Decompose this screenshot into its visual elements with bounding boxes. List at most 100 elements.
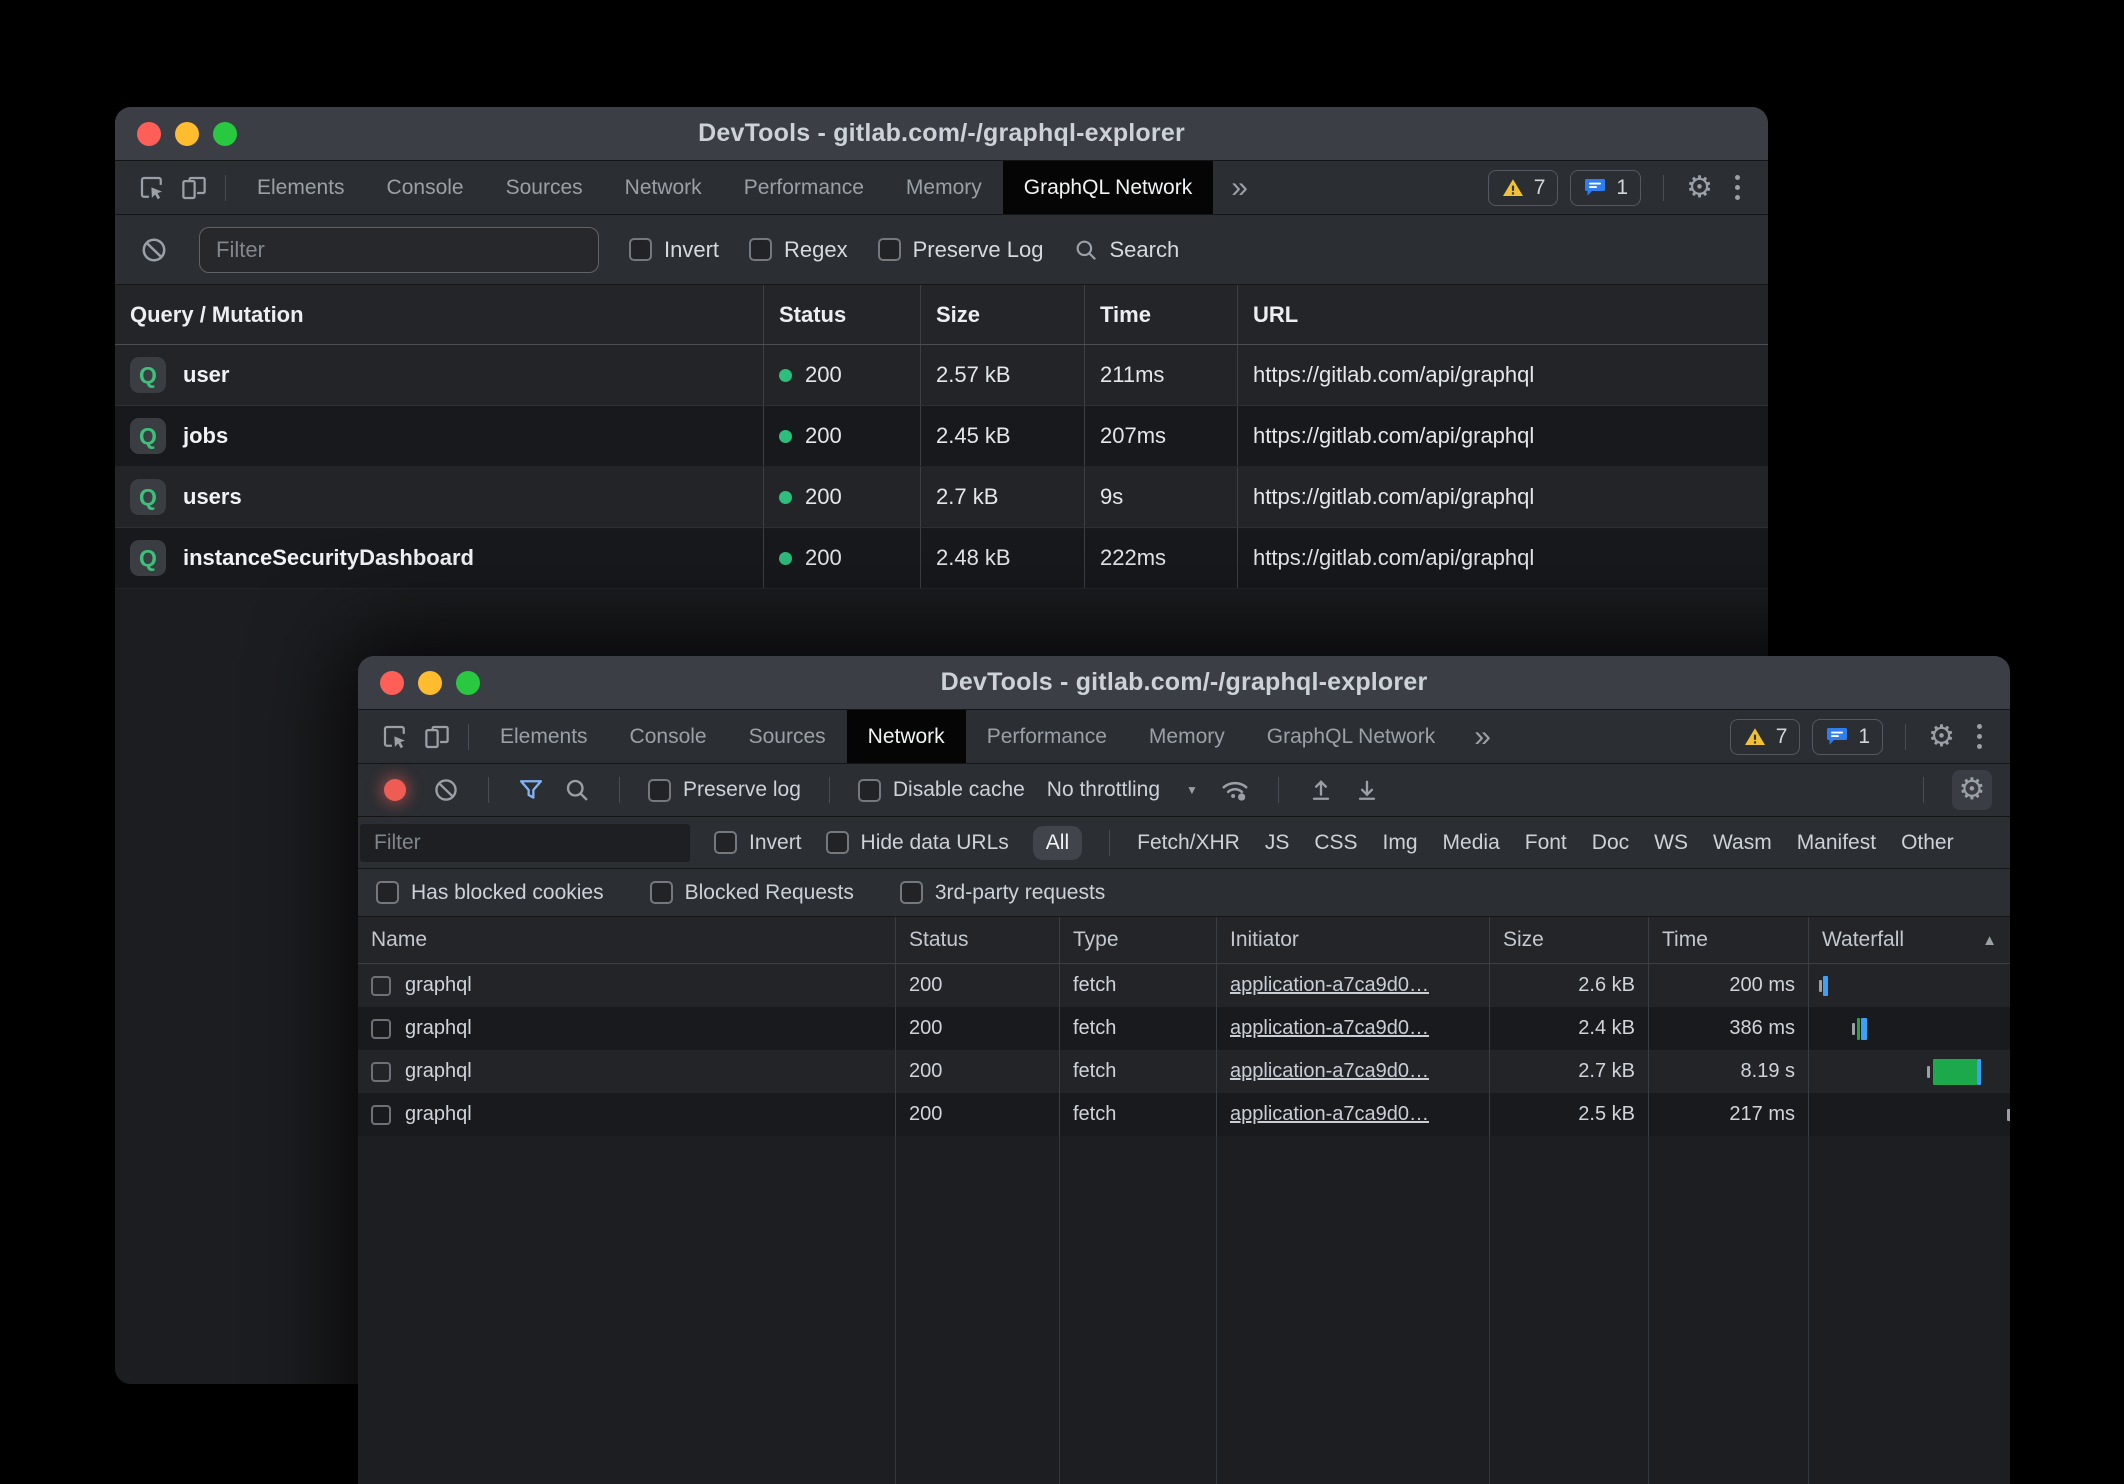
waterfall-bar[interactable] — [1808, 964, 2010, 1007]
table-row[interactable]: Quser 200 2.57 kB 211ms https://gitlab.c… — [115, 345, 1768, 406]
settings-gear-icon[interactable]: ⚙ — [1686, 173, 1713, 203]
initiator-link[interactable]: application-a7ca9d0… — [1230, 974, 1429, 997]
import-har-icon[interactable] — [1307, 776, 1335, 804]
clear-network-log-icon[interactable] — [432, 776, 460, 804]
maximize-window-button[interactable] — [456, 671, 480, 695]
waterfall-bar[interactable] — [1808, 1050, 2010, 1093]
column-header-name[interactable]: Name — [358, 917, 895, 963]
minimize-window-button[interactable] — [418, 671, 442, 695]
table-row[interactable]: QinstanceSecurityDashboard 200 2.48 kB 2… — [115, 528, 1768, 589]
tab-network[interactable]: Network — [847, 710, 966, 763]
column-header-size[interactable]: Size — [1489, 917, 1648, 963]
column-header-url[interactable]: URL — [1237, 285, 1768, 344]
more-tabs-chevron-icon[interactable]: » — [1456, 710, 1509, 763]
filter-chip-img[interactable]: Img — [1383, 831, 1418, 855]
maximize-window-button[interactable] — [213, 122, 237, 146]
tab-performance[interactable]: Performance — [723, 161, 885, 214]
column-header-query-mutation[interactable]: Query / Mutation — [115, 285, 763, 344]
network-filter-input[interactable] — [360, 824, 690, 862]
filter-chip-fetch-xhr[interactable]: Fetch/XHR — [1137, 831, 1240, 855]
invert-checkbox[interactable] — [629, 238, 652, 261]
has-blocked-cookies-checkbox[interactable] — [376, 881, 399, 904]
minimize-window-button[interactable] — [175, 122, 199, 146]
disable-cache-checkbox[interactable] — [858, 779, 881, 802]
tab-memory[interactable]: Memory — [885, 161, 1003, 214]
tab-memory[interactable]: Memory — [1128, 710, 1246, 763]
messages-badge[interactable]: 1 — [1570, 170, 1641, 206]
column-header-size[interactable]: Size — [920, 285, 1084, 344]
column-header-time[interactable]: Time — [1648, 917, 1808, 963]
filter-funnel-icon[interactable] — [517, 776, 545, 804]
tab-graphql-network[interactable]: GraphQL Network — [1003, 161, 1213, 214]
column-header-status[interactable]: Status — [763, 285, 920, 344]
search-control[interactable]: Search — [1073, 237, 1179, 263]
close-window-button[interactable] — [137, 122, 161, 146]
search-icon[interactable] — [563, 776, 591, 804]
third-party-requests-checkbox[interactable] — [900, 881, 923, 904]
filter-chip-font[interactable]: Font — [1525, 831, 1567, 855]
row-checkbox[interactable] — [371, 1105, 391, 1125]
filter-chip-ws[interactable]: WS — [1654, 831, 1688, 855]
tab-network[interactable]: Network — [604, 161, 723, 214]
initiator-link[interactable]: application-a7ca9d0… — [1230, 1103, 1429, 1126]
export-har-icon[interactable] — [1353, 776, 1381, 804]
row-checkbox[interactable] — [371, 976, 391, 996]
close-window-button[interactable] — [380, 671, 404, 695]
tab-performance[interactable]: Performance — [966, 710, 1128, 763]
waterfall-bar[interactable] — [1808, 1093, 2010, 1136]
warnings-badge[interactable]: 7 — [1730, 719, 1801, 755]
kebab-menu-icon[interactable] — [1725, 175, 1750, 200]
invert-checkbox[interactable] — [714, 831, 737, 854]
network-conditions-icon[interactable] — [1220, 775, 1250, 805]
device-toolbar-icon[interactable] — [416, 710, 458, 763]
blocked-requests-checkbox[interactable] — [650, 881, 673, 904]
kebab-menu-icon[interactable] — [1967, 724, 1992, 749]
filter-chip-manifest[interactable]: Manifest — [1797, 831, 1876, 855]
filter-chip-css[interactable]: CSS — [1314, 831, 1357, 855]
row-checkbox[interactable] — [371, 1062, 391, 1082]
inspect-element-icon[interactable] — [131, 161, 173, 214]
filter-chip-all[interactable]: All — [1033, 826, 1082, 860]
waterfall-bar[interactable] — [1808, 1007, 2010, 1050]
tab-sources[interactable]: Sources — [728, 710, 847, 763]
network-settings-gear-icon[interactable]: ⚙ — [1952, 770, 1992, 810]
tab-graphql-network[interactable]: GraphQL Network — [1246, 710, 1456, 763]
inspect-element-icon[interactable] — [374, 710, 416, 763]
table-row[interactable]: Qjobs 200 2.45 kB 207ms https://gitlab.c… — [115, 406, 1768, 467]
more-tabs-chevron-icon[interactable]: » — [1213, 161, 1266, 214]
initiator-link[interactable]: application-a7ca9d0… — [1230, 1017, 1429, 1040]
preserve-log-checkbox[interactable] — [648, 779, 671, 802]
tab-sources[interactable]: Sources — [485, 161, 604, 214]
throttling-select[interactable]: No throttling ▼ — [1043, 778, 1202, 802]
record-network-log-button[interactable] — [384, 779, 406, 801]
hide-data-urls-checkbox[interactable] — [826, 831, 849, 854]
request-row[interactable]: graphql 200 fetch application-a7ca9d0… 2… — [358, 1093, 2010, 1136]
messages-badge[interactable]: 1 — [1812, 719, 1883, 755]
request-row[interactable]: graphql 200 fetch application-a7ca9d0… 2… — [358, 1007, 2010, 1050]
filter-chip-doc[interactable]: Doc — [1592, 831, 1629, 855]
tab-console[interactable]: Console — [366, 161, 485, 214]
initiator-link[interactable]: application-a7ca9d0… — [1230, 1060, 1429, 1083]
column-header-status[interactable]: Status — [895, 917, 1059, 963]
regex-checkbox[interactable] — [749, 238, 772, 261]
request-row[interactable]: graphql 200 fetch application-a7ca9d0… 2… — [358, 964, 2010, 1007]
settings-gear-icon[interactable]: ⚙ — [1928, 722, 1955, 752]
graphql-filter-input[interactable] — [199, 227, 599, 273]
column-header-time[interactable]: Time — [1084, 285, 1237, 344]
filter-chip-js[interactable]: JS — [1265, 831, 1290, 855]
table-row[interactable]: Qusers 200 2.7 kB 9s https://gitlab.com/… — [115, 467, 1768, 528]
clear-log-icon[interactable] — [139, 235, 169, 265]
filter-chip-other[interactable]: Other — [1901, 831, 1954, 855]
tab-console[interactable]: Console — [609, 710, 728, 763]
filter-chip-media[interactable]: Media — [1443, 831, 1500, 855]
preserve-log-checkbox[interactable] — [878, 238, 901, 261]
tab-elements[interactable]: Elements — [479, 710, 609, 763]
row-checkbox[interactable] — [371, 1019, 391, 1039]
column-header-initiator[interactable]: Initiator — [1216, 917, 1489, 963]
column-header-type[interactable]: Type — [1059, 917, 1216, 963]
tab-elements[interactable]: Elements — [236, 161, 366, 214]
filter-chip-wasm[interactable]: Wasm — [1713, 831, 1772, 855]
warnings-badge[interactable]: 7 — [1488, 170, 1559, 206]
column-header-waterfall[interactable]: Waterfall ▲ — [1808, 917, 2010, 963]
device-toolbar-icon[interactable] — [173, 161, 215, 214]
